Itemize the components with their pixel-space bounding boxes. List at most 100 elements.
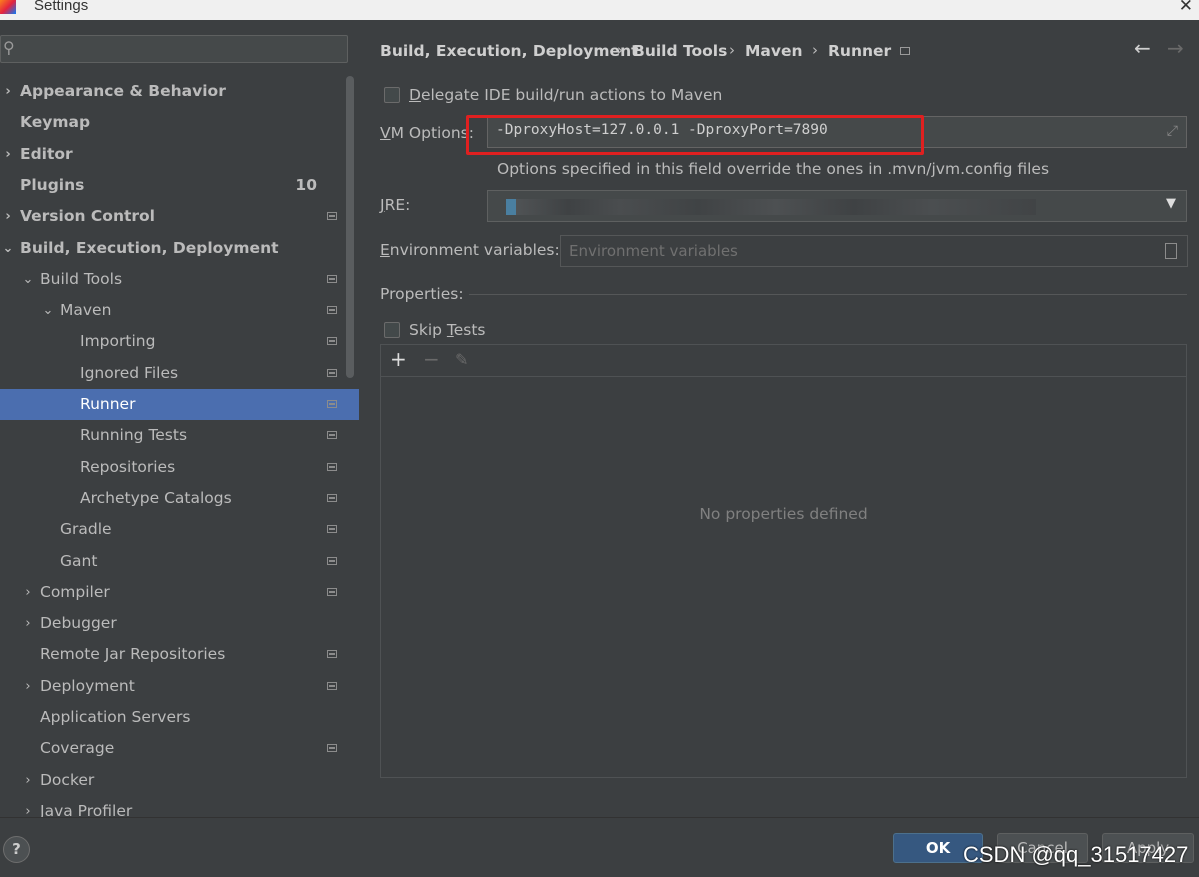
env-variables-label: Environment variables: [380,241,560,259]
project-scope-icon [327,431,337,440]
forward-arrow-icon[interactable]: → [1167,36,1184,60]
sidebar-item-label: Debugger [40,614,117,633]
title-bar: Settings ✕ [0,0,1199,20]
sidebar-item[interactable]: Running Tests [0,420,359,451]
plugin-count-badge: 10 [295,175,317,194]
intellij-app-icon [0,0,16,14]
chevron-down-icon[interactable]: ⌄ [42,295,54,326]
dialog-button-bar: ? OK Cancel Apply CSDN @qq_31517427 [0,817,1199,877]
chevron-right-icon[interactable]: › [2,76,14,107]
chevron-right-icon[interactable]: › [2,139,14,170]
redacted-area [516,199,1036,215]
properties-divider [469,294,1187,295]
breadcrumb-build-tools[interactable]: Build Tools [633,42,727,60]
sidebar-item-label: Remote Jar Repositories [40,645,226,664]
sidebar-item-label: Keymap [20,113,91,132]
project-scope-icon [327,306,337,315]
chevron-down-icon[interactable]: ▼ [1166,196,1176,211]
sidebar-item[interactable]: Runner [0,389,359,420]
skip-tests-label[interactable]: Skip Tests [409,321,486,339]
search-input[interactable]: ⚲ [0,35,348,63]
settings-content: Build, Execution, Deployment › Build Too… [359,22,1199,817]
search-icon: ⚲ [3,38,15,57]
watermark: CSDN @qq_31517427 [963,842,1189,867]
sidebar-item-label: Appearance & Behavior [20,82,226,100]
sidebar-item[interactable]: ⌄ Build Tools [0,264,359,295]
sidebar-item[interactable]: › Editor [0,139,359,170]
redacted-area [506,199,516,215]
sidebar-item-label: Application Servers [40,708,191,726]
delegate-label[interactable]: Delegate IDE build/run actions to Maven [409,86,722,104]
project-scope-icon [327,525,337,534]
sidebar-item[interactable]: › Version Control [0,201,359,232]
document-icon[interactable] [1165,243,1177,259]
sidebar-item[interactable]: Keymap [0,107,359,138]
sidebar-item[interactable]: Plugins 10 [0,170,359,201]
sidebar-item[interactable]: Application Servers [0,702,359,733]
sidebar-item-label: Maven [60,301,112,320]
sidebar-scrollbar[interactable] [346,76,354,378]
expand-icon[interactable]: ⤢ [1167,123,1178,139]
breadcrumb-build-execution-deployment[interactable]: Build, Execution, Deployment [380,42,639,60]
sidebar-item[interactable]: Archetype Catalogs [0,483,359,514]
remove-icon[interactable]: − [423,347,440,371]
project-scope-icon [327,400,337,408]
help-icon[interactable]: ? [3,836,30,863]
back-arrow-icon[interactable]: ← [1134,36,1151,60]
sidebar-item-label: Running Tests [80,426,188,445]
sidebar-item-label: Gant [60,551,98,570]
chevron-down-icon[interactable]: ⌄ [22,264,34,295]
skip-tests-checkbox[interactable] [384,322,400,338]
highlight-annotation-box [466,115,924,155]
close-icon[interactable]: ✕ [1179,0,1193,16]
project-scope-icon [327,462,337,471]
sidebar-item-label: Compiler [40,582,110,601]
add-icon[interactable]: + [390,347,407,371]
sidebar-item[interactable]: ⌄ Build, Execution, Deployment [0,233,359,264]
sidebar-item-label: Version Control [20,207,155,226]
sidebar-item[interactable]: Gradle [0,514,359,545]
breadcrumb-separator: › [729,41,735,59]
breadcrumb-separator: › [812,41,818,59]
chevron-right-icon[interactable]: › [2,201,14,232]
project-scope-icon [327,212,337,221]
env-variables-input[interactable]: Environment variables [560,235,1188,267]
chevron-right-icon[interactable]: › [22,796,34,817]
breadcrumb-separator: › [617,41,623,59]
sidebar-item-label: Docker [40,770,95,789]
chevron-right-icon[interactable]: › [22,577,34,608]
sidebar-item[interactable]: › Java Profiler [0,796,359,817]
edit-icon[interactable]: ✎ [455,350,468,369]
chevron-right-icon[interactable]: › [22,765,34,796]
sidebar-item[interactable]: › Appearance & Behavior [0,76,359,107]
project-scope-icon [327,368,337,377]
sidebar-item-label: Importing [80,332,156,351]
properties-table: + − ✎ No properties defined [380,344,1187,778]
vm-options-hint: Options specified in this field override… [497,160,1050,178]
project-scope-icon [327,744,337,753]
sidebar-item[interactable]: ⌄ Maven [0,295,359,326]
window-title: Settings [34,0,89,14]
delegate-checkbox[interactable] [384,87,400,103]
sidebar-item[interactable]: Repositories [0,452,359,483]
jre-dropdown[interactable]: ▼ [487,190,1187,222]
sidebar-item[interactable]: Gant [0,546,359,577]
chevron-down-icon[interactable]: ⌄ [2,233,14,264]
chevron-right-icon[interactable]: › [22,671,34,702]
sidebar-item[interactable]: Coverage [0,733,359,764]
breadcrumb-maven[interactable]: Maven [745,42,803,60]
sidebar-item[interactable]: Importing [0,326,359,357]
sidebar-item[interactable]: Ignored Files [0,358,359,389]
sidebar-item[interactable]: › Compiler [0,577,359,608]
env-variables-placeholder: Environment variables [569,242,738,260]
sidebar-item-label: Java Profiler [40,801,133,817]
project-scope-icon [327,337,337,346]
sidebar-item[interactable]: › Debugger [0,608,359,639]
sidebar-item[interactable]: › Deployment [0,671,359,702]
properties-toolbar: + − ✎ [381,345,1186,377]
project-scope-icon [327,556,337,565]
sidebar-item[interactable]: Remote Jar Repositories [0,639,359,670]
sidebar-item[interactable]: › Docker [0,765,359,796]
chevron-right-icon[interactable]: › [22,608,34,639]
sidebar-item-label: Build Tools [40,269,123,288]
